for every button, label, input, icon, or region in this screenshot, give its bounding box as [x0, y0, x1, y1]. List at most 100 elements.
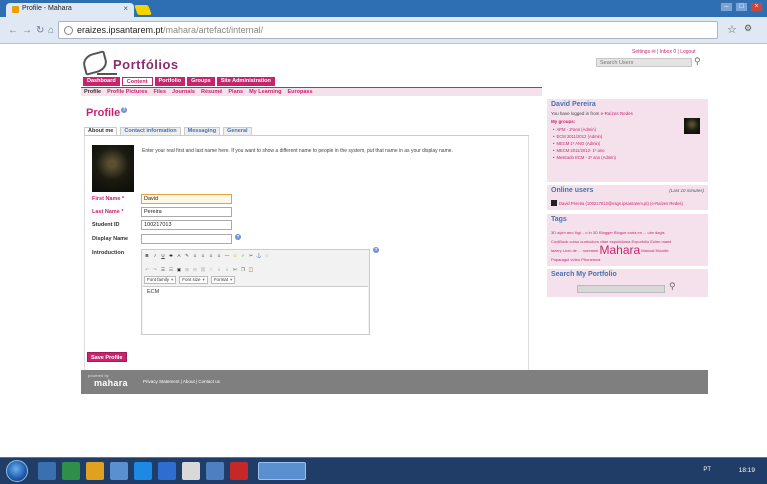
- display-name-field[interactable]: [141, 234, 232, 244]
- reload-icon[interactable]: ↻: [36, 25, 44, 36]
- first-name-field[interactable]: [141, 194, 232, 204]
- emoticon-icon[interactable]: ☺: [232, 253, 238, 259]
- subnav-resume[interactable]: Résumé: [201, 88, 222, 96]
- subnav-profile-pictures[interactable]: Profile Pictures: [107, 88, 147, 96]
- table-row-icon[interactable]: ⊟: [192, 267, 198, 273]
- group-item[interactable]: Mestrado ECM - 2º ano (Admin): [553, 155, 615, 160]
- start-button-icon[interactable]: [6, 460, 28, 482]
- align-left-icon[interactable]: ≡: [192, 253, 198, 259]
- horizontal-rule-icon[interactable]: —: [224, 253, 230, 259]
- tray-language[interactable]: PT: [703, 467, 711, 473]
- bookmark-star-icon[interactable]: ☆: [727, 23, 737, 36]
- window-close-icon[interactable]: ×: [750, 2, 763, 12]
- browser-tab[interactable]: Profile - Mahara ×: [6, 3, 134, 17]
- paste-icon[interactable]: 📋: [248, 267, 254, 273]
- explorer-icon[interactable]: [38, 462, 56, 480]
- format-select[interactable]: Format ▾: [210, 276, 236, 284]
- last-name-field[interactable]: [141, 207, 232, 217]
- font-size-select[interactable]: Font size ▾: [179, 276, 208, 284]
- display-name-help-icon[interactable]: ?: [235, 234, 241, 240]
- editor-text-area[interactable]: ECM: [143, 286, 368, 334]
- close-icon[interactable]: ×: [123, 4, 128, 13]
- numbered-list-icon[interactable]: ☷: [168, 267, 174, 273]
- tag-line[interactable]: 3D açim ano lógi... o in 3D Blogger Blog…: [551, 228, 703, 237]
- folder-icon[interactable]: [86, 462, 104, 480]
- portfolio-search-input[interactable]: [577, 285, 665, 293]
- image-icon[interactable]: ▣: [176, 267, 182, 273]
- subnav-journals[interactable]: Journals: [172, 88, 195, 96]
- tag-item[interactable]: lazery Livro de ... noreame: [551, 248, 598, 253]
- group-item[interactable]: MECM 1º ANO (Admin): [553, 141, 600, 146]
- mahara-logo[interactable]: mahara: [94, 378, 128, 388]
- highlight-icon[interactable]: ✎: [184, 253, 190, 259]
- group-item[interactable]: APM - 2ºano (Admin): [553, 127, 595, 132]
- minimize-icon[interactable]: –: [720, 2, 733, 12]
- bold-icon[interactable]: B: [144, 253, 150, 259]
- site-logo[interactable]: Portfólios: [113, 57, 179, 72]
- undo-icon[interactable]: ↶: [144, 267, 150, 273]
- text-color-icon[interactable]: A: [176, 253, 182, 259]
- subnav-profile[interactable]: Profile: [84, 88, 101, 96]
- document-icon[interactable]: [182, 462, 200, 480]
- anchor-icon[interactable]: ⚓: [256, 253, 262, 259]
- table-icon[interactable]: ⊞: [184, 267, 190, 273]
- top-links[interactable]: Settings ✉ | Inbox 0 | Logout: [632, 49, 696, 55]
- superscript-icon[interactable]: x: [224, 267, 230, 273]
- new-tab-button[interactable]: [134, 5, 152, 15]
- back-arrow-icon[interactable]: ←: [8, 25, 18, 36]
- nav-portfolio[interactable]: Portfolio: [154, 77, 186, 86]
- bullet-list-icon[interactable]: ☰: [160, 267, 166, 273]
- student-id-field[interactable]: [141, 220, 232, 230]
- underline-icon[interactable]: U: [160, 253, 166, 259]
- wrench-icon[interactable]: ⚙: [744, 23, 752, 34]
- online-user-link[interactable]: David Pereira (100217013@esgs.ipsantarem…: [559, 201, 683, 206]
- search-icon[interactable]: ⚲: [669, 281, 676, 292]
- footer-links[interactable]: Privacy Statement | About | Contact us: [143, 379, 220, 384]
- html-icon[interactable]: ◇: [264, 253, 270, 259]
- italic-icon[interactable]: I: [152, 253, 158, 259]
- search-users-input[interactable]: [597, 59, 691, 66]
- align-center-icon[interactable]: ≡: [200, 253, 206, 259]
- subnav-europass[interactable]: Europass: [287, 88, 312, 96]
- word-icon[interactable]: [158, 462, 176, 480]
- acrobat-icon[interactable]: [230, 462, 248, 480]
- copy-icon[interactable]: ❐: [240, 267, 246, 273]
- spellcheck-icon[interactable]: ✓: [240, 253, 246, 259]
- cleanup-icon[interactable]: ✂: [248, 253, 254, 259]
- introduction-help-icon[interactable]: ?: [373, 247, 379, 253]
- address-bar[interactable]: eraizes.ipsantarem.pt/mahara/artefact/in…: [58, 21, 718, 39]
- tag-item-mahara[interactable]: Mahara: [599, 243, 640, 257]
- forward-arrow-icon[interactable]: →: [22, 25, 32, 36]
- media-player-icon[interactable]: [62, 462, 80, 480]
- image-viewer-icon[interactable]: [206, 462, 224, 480]
- subnav-my-learning[interactable]: My Learning: [249, 88, 281, 96]
- strikethrough-icon[interactable]: S: [168, 253, 174, 259]
- search-users-field[interactable]: [596, 58, 692, 67]
- redo-icon[interactable]: ↷: [152, 267, 158, 273]
- font-family-select[interactable]: Font family ▾: [144, 276, 177, 284]
- tag-item[interactable]: Manual Moodle: [641, 248, 668, 253]
- cut-icon[interactable]: ✄: [232, 267, 238, 273]
- nav-site-administration[interactable]: Site Administration: [216, 77, 275, 86]
- unlink-icon[interactable]: ⤫: [208, 267, 214, 273]
- subnav-files[interactable]: Files: [153, 88, 166, 96]
- taskbar-clock[interactable]: 18:19: [739, 467, 755, 474]
- justify-icon[interactable]: ≡: [216, 253, 222, 259]
- nav-content[interactable]: Content: [121, 77, 153, 86]
- app-icon[interactable]: [110, 462, 128, 480]
- save-profile-button[interactable]: Save Profile: [87, 352, 127, 362]
- subnav-plans[interactable]: Plans: [228, 88, 243, 96]
- maximize-icon[interactable]: □: [735, 2, 748, 12]
- group-item[interactable]: ECM 2011/2012 (Admin): [553, 134, 602, 139]
- link-icon[interactable]: ⛓: [200, 267, 206, 273]
- nav-groups[interactable]: Groups: [187, 77, 215, 86]
- chrome-taskbar-icon[interactable]: [258, 462, 306, 480]
- subscript-icon[interactable]: x: [216, 267, 222, 273]
- group-item[interactable]: MECM 2011/2012- 1º ano: [553, 148, 604, 153]
- align-right-icon[interactable]: ≡: [208, 253, 214, 259]
- help-icon[interactable]: ?: [121, 107, 127, 113]
- nav-dashboard[interactable]: Dashboard: [83, 77, 120, 86]
- internet-explorer-icon[interactable]: [134, 462, 152, 480]
- home-icon[interactable]: ⌂: [48, 25, 54, 36]
- sidebar-user-name[interactable]: David Pereira: [551, 101, 596, 108]
